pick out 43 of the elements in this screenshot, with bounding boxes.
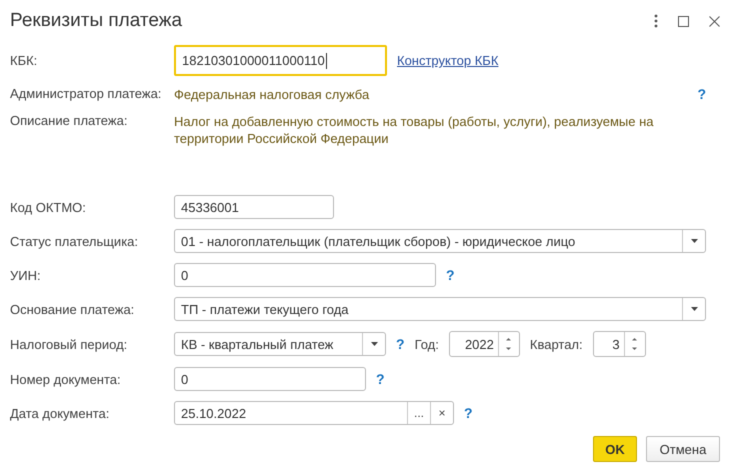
year-spinner[interactable]: 2022 [448, 331, 520, 357]
input-field[interactable]: 45336001 [174, 195, 334, 219]
ok-button[interactable]: OK [593, 436, 637, 462]
field-label: КБК: [10, 53, 38, 68]
help-icon[interactable]: ? [446, 267, 455, 283]
browse-button[interactable]: ... [407, 402, 430, 424]
clear-button[interactable]: × [430, 402, 453, 424]
field-label: Год: [414, 336, 439, 352]
field-label: Статус плательщика: [10, 234, 140, 248]
input-field[interactable]: 0 [174, 263, 436, 287]
input-field[interactable]: 18210301000011000110 [174, 45, 387, 76]
spin-arrows-icon [632, 337, 638, 351]
dropdown-field[interactable]: ТП - платежи текущего года [174, 297, 706, 321]
caret-icon [690, 239, 698, 243]
more-icon[interactable] [654, 14, 658, 28]
field-value: Налог на добавленную стоимость на товары (работы, услуги), реализуемые на территории Российской Федерации [174, 113, 654, 147]
field-value: Федеральная налоговая служба [174, 86, 370, 103]
spin-arrows-icon [506, 337, 512, 351]
maximize-icon[interactable] [678, 16, 689, 26]
kbk-builder-link[interactable]: Конструктор КБК [397, 53, 498, 68]
field-label: Квартал: [530, 336, 583, 352]
dropdown-field[interactable]: КВ - квартальный платеж [174, 332, 386, 356]
caret-icon [690, 307, 698, 311]
window-title: Реквизиты платежа [10, 10, 182, 32]
field-label: УИН: [10, 268, 42, 282]
help-icon[interactable]: ? [376, 371, 385, 387]
caret-icon [370, 342, 378, 346]
field-label: Код ОКТМО: [10, 200, 87, 214]
help-icon[interactable]: ? [464, 405, 473, 421]
cancel-button[interactable]: Отмена [646, 436, 720, 462]
field-label: Номер документа: [10, 372, 122, 386]
close-icon[interactable] [709, 16, 720, 26]
field-label: Дата документа: [10, 406, 110, 420]
field-label: Администратор платежа: [10, 86, 162, 101]
input-field[interactable]: 0 [174, 367, 366, 391]
help-icon[interactable]: ? [396, 336, 405, 352]
field-label: Налоговый период: [10, 336, 128, 352]
date-field[interactable]: 25.10.2022 ... × [174, 401, 454, 425]
dropdown-field[interactable]: 01 - налогоплательщик (плательщик сборов) - юридическое лицо [174, 229, 706, 253]
field-label: Описание платежа: [10, 113, 128, 128]
field-label: Основание платежа: [10, 302, 136, 316]
quarter-spinner[interactable]: 3 [592, 331, 646, 357]
help-icon[interactable]: ? [697, 86, 706, 102]
